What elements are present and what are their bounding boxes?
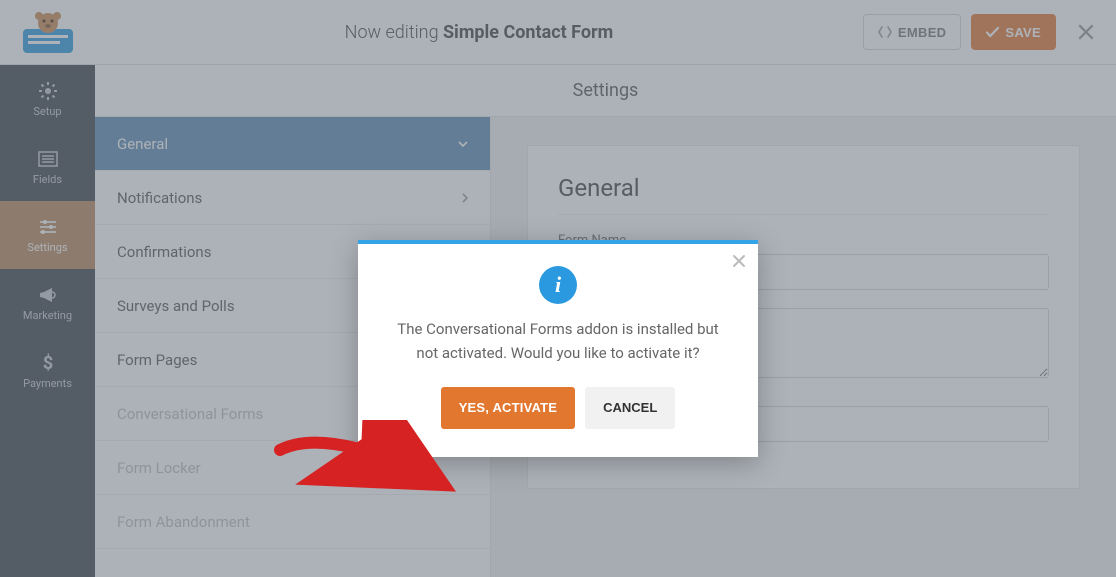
- modal-actions: YES, ACTIVATE CANCEL: [386, 387, 730, 429]
- info-icon: i: [539, 266, 577, 304]
- close-icon: [732, 254, 746, 268]
- modal-message: The Conversational Forms addon is instal…: [386, 318, 730, 365]
- modal-overlay: i The Conversational Forms addon is inst…: [0, 0, 1116, 577]
- yes-activate-button[interactable]: YES, ACTIVATE: [441, 387, 575, 429]
- activate-addon-modal: i The Conversational Forms addon is inst…: [358, 240, 758, 457]
- cancel-button[interactable]: CANCEL: [585, 387, 675, 429]
- modal-close-button[interactable]: [732, 254, 746, 268]
